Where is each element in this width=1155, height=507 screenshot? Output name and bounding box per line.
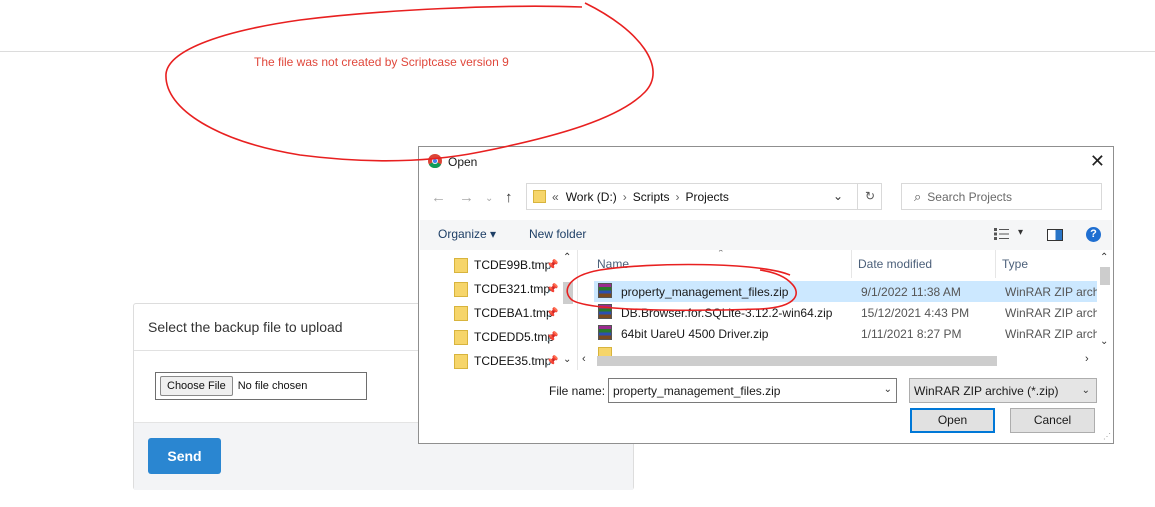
tree-item[interactable]: TCDE99B.tmp xyxy=(454,255,551,275)
scroll-thumb[interactable] xyxy=(563,282,573,304)
tree-item[interactable]: TCDEE35.tmp xyxy=(454,351,551,370)
file-type: WinRAR ZIP archive xyxy=(1005,327,1097,341)
scroll-down-icon[interactable]: ⌄ xyxy=(563,354,571,365)
search-box[interactable]: ⌕ Search Projects xyxy=(901,183,1102,210)
breadcrumb-scripts[interactable]: Scripts xyxy=(633,190,670,204)
cancel-button[interactable]: Cancel xyxy=(1010,408,1095,433)
file-name-label: File name: xyxy=(549,384,606,398)
breadcrumb-separator: › xyxy=(622,189,627,204)
file-type-value: WinRAR ZIP archive (*.zip) xyxy=(914,384,1059,398)
refresh-icon[interactable]: ↻ xyxy=(857,184,882,209)
file-list-scrollbar[interactable]: ⌃ ⌄ xyxy=(1097,250,1113,370)
folder-icon xyxy=(454,257,468,273)
chrome-icon xyxy=(428,154,442,168)
view-options-icon[interactable] xyxy=(994,228,1009,240)
file-type: WinRAR ZIP archive xyxy=(1005,306,1097,320)
search-icon: ⌕ xyxy=(914,188,922,204)
file-name: property_management_files.zip xyxy=(621,285,789,299)
file-name-dropdown-icon[interactable]: ⌄ xyxy=(884,384,892,395)
column-separator[interactable] xyxy=(995,250,996,278)
resize-grip-icon[interactable]: ⋰ xyxy=(1103,432,1111,441)
file-row[interactable]: 64bit UareU 4500 Driver.zip 1/11/2021 8:… xyxy=(594,323,1097,344)
organize-button[interactable]: Organize ▾ xyxy=(438,227,496,241)
file-row[interactable]: DB.Browser.for.SQLite-3.12.2-win64.zip 1… xyxy=(594,302,1097,323)
winrar-zip-icon xyxy=(598,325,612,340)
navigation-pane: TCDE99B.tmp TCDE321.tmp TCDEBA1.tmp TCDE… xyxy=(420,250,577,370)
red-circle-annotation xyxy=(165,2,654,162)
breadcrumb-projects[interactable]: Projects xyxy=(685,190,728,204)
up-arrow-icon[interactable]: ↑ xyxy=(505,189,513,206)
pin-icon: 📌 xyxy=(546,332,559,343)
breadcrumb-overflow[interactable]: « xyxy=(552,190,559,204)
folder-icon xyxy=(454,305,468,321)
open-button[interactable]: Open xyxy=(910,408,995,433)
dialog-titlebar[interactable]: Open ✕ xyxy=(419,147,1113,177)
folder-icon xyxy=(454,281,468,297)
folder-icon xyxy=(454,353,468,369)
navigation-scrollbar[interactable]: ⌃ ⌄ xyxy=(561,250,575,370)
column-header-name[interactable]: Name xyxy=(597,257,629,271)
winrar-zip-icon xyxy=(598,304,612,319)
file-name-value: property_management_files.zip xyxy=(613,383,781,398)
open-file-dialog: Open ✕ ← → ⌄ ↑ « Work (D:) › Scripts › P… xyxy=(418,146,1114,444)
file-date: 1/11/2021 8:27 PM xyxy=(861,327,962,341)
file-name: DB.Browser.for.SQLite-3.12.2-win64.zip xyxy=(621,306,833,320)
close-icon[interactable]: ✕ xyxy=(1090,151,1105,172)
back-arrow-icon[interactable]: ← xyxy=(431,189,446,206)
file-date: 9/1/2022 11:38 AM xyxy=(861,285,961,299)
scroll-right-icon[interactable]: › xyxy=(1085,353,1089,365)
view-dropdown-icon[interactable]: ▾ xyxy=(1018,227,1023,238)
pin-icon: 📌 xyxy=(546,356,559,367)
pin-icon: 📌 xyxy=(546,284,559,295)
folder-icon xyxy=(454,329,468,345)
new-folder-button[interactable]: New folder xyxy=(529,227,586,241)
search-placeholder: Search Projects xyxy=(927,189,1012,204)
file-name: 64bit UareU 4500 Driver.zip xyxy=(621,327,769,341)
column-header-date[interactable]: Date modified xyxy=(858,257,932,271)
file-input[interactable]: Choose File No file chosen xyxy=(155,372,367,400)
dialog-title: Open xyxy=(448,155,478,169)
file-type-select[interactable]: WinRAR ZIP archive (*.zip) ⌄ xyxy=(909,378,1097,403)
sort-indicator-icon: ⌃ xyxy=(717,250,725,258)
recent-locations-icon[interactable]: ⌄ xyxy=(485,193,493,204)
no-file-text: No file chosen xyxy=(237,380,308,392)
scroll-down-icon[interactable]: ⌄ xyxy=(1100,336,1108,347)
file-date: 15/12/2021 4:43 PM xyxy=(861,306,970,320)
top-divider xyxy=(0,51,1155,52)
forward-arrow-icon[interactable]: → xyxy=(459,189,474,206)
scroll-thumb[interactable] xyxy=(1100,267,1110,285)
dialog-toolbar: Organize ▾ New folder ▾ ? xyxy=(420,220,1112,250)
scroll-up-icon[interactable]: ⌃ xyxy=(1100,252,1108,263)
scroll-up-icon[interactable]: ⌃ xyxy=(563,252,571,263)
breadcrumb-drive[interactable]: Work (D:) xyxy=(566,190,617,204)
address-bar[interactable]: « Work (D:) › Scripts › Projects ⌄ xyxy=(526,183,882,210)
column-header-type[interactable]: Type xyxy=(1002,257,1028,271)
chevron-down-icon: ⌄ xyxy=(1081,385,1090,396)
scroll-left-icon[interactable]: ‹ xyxy=(582,353,586,365)
file-name-input[interactable]: property_management_files.zip ⌄ xyxy=(608,378,897,403)
tree-item[interactable]: TCDEDD5.tmp xyxy=(454,327,554,347)
preview-pane-icon[interactable] xyxy=(1047,229,1063,241)
column-separator[interactable] xyxy=(851,250,852,278)
file-row[interactable]: property_management_files.zip 9/1/2022 1… xyxy=(594,281,1097,302)
pane-divider[interactable] xyxy=(577,250,578,370)
pin-icon: 📌 xyxy=(546,260,559,271)
choose-file-button[interactable]: Choose File xyxy=(160,376,233,396)
folder-icon xyxy=(533,190,546,203)
send-button[interactable]: Send xyxy=(148,438,221,474)
error-message: The file was not created by Scriptcase v… xyxy=(254,55,509,69)
pin-icon: 📌 xyxy=(546,308,559,319)
file-type: WinRAR ZIP archive xyxy=(1005,285,1097,299)
hscroll-thumb[interactable] xyxy=(597,356,997,366)
winrar-zip-icon xyxy=(598,283,612,298)
breadcrumb-separator: › xyxy=(675,189,680,204)
address-dropdown-icon[interactable]: ⌄ xyxy=(833,189,843,203)
file-list-hscrollbar[interactable]: ‹ › xyxy=(579,352,1097,369)
help-icon[interactable]: ? xyxy=(1086,227,1101,242)
tree-item[interactable]: TCDE321.tmp xyxy=(454,279,550,299)
tree-item[interactable]: TCDEBA1.tmp xyxy=(454,303,553,323)
